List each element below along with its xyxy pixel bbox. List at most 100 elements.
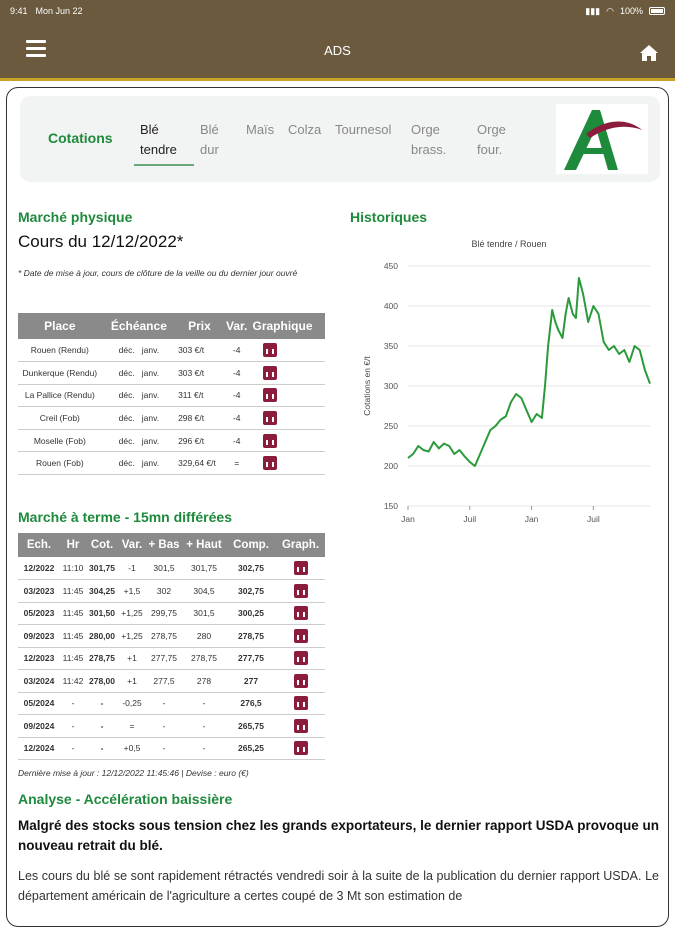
var-cell: -1 xyxy=(118,557,146,580)
tab-orge-brassicole[interactable]: Orge brass. xyxy=(411,120,446,160)
cot-cell: - xyxy=(86,737,118,760)
chart-icon[interactable] xyxy=(293,651,308,666)
chart-icon[interactable] xyxy=(293,741,308,756)
status-date: Mon Jun 22 xyxy=(35,6,83,16)
tab-colza[interactable]: Colza xyxy=(288,120,321,140)
futures-market-table: Ech. Hr Cot. Var. + Bas + Haut Comp. Gra… xyxy=(18,533,325,760)
var-cell: +1,25 xyxy=(118,602,146,625)
battery-percent: 100% xyxy=(619,6,643,16)
comp-cell: 265,25 xyxy=(226,737,276,760)
chart-icon[interactable] xyxy=(293,628,308,643)
hr-cell: 11:45 xyxy=(60,602,86,625)
var-cell: -4 xyxy=(222,406,251,430)
comp-cell: 278,75 xyxy=(226,624,276,648)
cotations-label: Cotations xyxy=(48,130,113,146)
nav-divider xyxy=(0,78,675,81)
chart-icon[interactable] xyxy=(262,411,277,426)
menu-icon[interactable] xyxy=(26,40,46,58)
date-note: * Date de mise à jour, cours de clôture … xyxy=(18,268,298,278)
analysis-title: Analyse - Accélération baissière xyxy=(18,791,233,807)
chart-icon[interactable] xyxy=(293,583,308,598)
cot-cell: 278,75 xyxy=(86,647,118,670)
cot-cell: - xyxy=(86,714,118,738)
ech-cell: 12/2023 xyxy=(18,647,60,670)
tab-ble-tendre[interactable]: Blé tendre xyxy=(140,120,177,160)
analysis-body: Les cours du blé se sont rapidement rétr… xyxy=(18,869,659,903)
active-tab-indicator xyxy=(134,164,194,166)
var-cell: +1,5 xyxy=(118,579,146,603)
column-header-place: Place xyxy=(18,313,102,339)
var-cell: -4 xyxy=(222,339,251,363)
table-row: Creil (Fob) déc. janv. 298 €/t -4 xyxy=(18,406,325,430)
nav-bar: ADS xyxy=(0,22,675,78)
ech-cell: 09/2023 xyxy=(18,624,60,648)
haut-cell: - xyxy=(182,714,226,738)
echeance-cell: déc. janv. xyxy=(101,339,177,363)
y-tick-label: 450 xyxy=(384,261,398,271)
var-cell: -4 xyxy=(222,361,251,385)
x-tick-label: Jan xyxy=(525,514,539,524)
status-bar: 9:41 Mon Jun 22 ▮▮▮ ◠ 100% xyxy=(0,0,675,22)
chart-icon[interactable] xyxy=(262,388,277,403)
chart-icon[interactable] xyxy=(262,433,277,448)
var-cell: +0,5 xyxy=(118,737,146,760)
column-header-graph: Graph. xyxy=(276,533,325,557)
chart-icon[interactable] xyxy=(293,606,308,621)
tab-orge-fourragere[interactable]: Orge four. xyxy=(477,120,506,160)
table-row: La Pallice (Rendu) déc. janv. 311 €/t -4 xyxy=(18,384,325,408)
home-icon[interactable] xyxy=(639,44,659,62)
table-row: Dunkerque (Rendu) déc. janv. 303 €/t -4 xyxy=(18,361,325,385)
ech-cell: 12/2022 xyxy=(18,557,60,580)
status-time: 9:41 xyxy=(10,6,28,16)
haut-cell: 301,5 xyxy=(182,602,226,625)
table-row: Moselle (Fob) déc. janv. 296 €/t -4 xyxy=(18,429,325,453)
haut-cell: 278,75 xyxy=(182,647,226,670)
table-row: 09/2023 11:45 280,00 +1,25 278,75 280 278,75 xyxy=(18,624,325,648)
futures-market-title: Marché à terme - 15mn différées xyxy=(18,509,232,525)
chart-icon[interactable] xyxy=(293,718,308,733)
prix-cell: 298 €/t xyxy=(176,406,223,430)
chart-icon[interactable] xyxy=(293,673,308,688)
var-cell: = xyxy=(118,714,146,738)
ech-cell: 05/2023 xyxy=(18,602,60,625)
cot-cell: 301,75 xyxy=(86,557,118,580)
var-cell: -4 xyxy=(222,429,251,453)
tab-tournesol[interactable]: Tournesol xyxy=(335,120,391,140)
prix-cell: 296 €/t xyxy=(176,429,223,453)
prix-cell: 303 €/t xyxy=(176,361,223,385)
hr-cell: - xyxy=(60,714,86,738)
column-header-bas: + Bas xyxy=(146,533,182,557)
y-tick-label: 300 xyxy=(384,381,398,391)
y-tick-label: 200 xyxy=(384,461,398,471)
hr-cell: - xyxy=(60,737,86,760)
chart-title: Blé tendre / Rouen xyxy=(471,239,546,249)
bas-cell: 277,5 xyxy=(146,669,182,693)
comp-cell: 302,75 xyxy=(226,579,276,603)
chart-icon[interactable] xyxy=(262,343,277,358)
echeance-cell: déc. janv. xyxy=(101,429,177,453)
y-axis-label: Cotations en €/t xyxy=(362,356,372,416)
table-row: 12/2022 11:10 301,75 -1 301,5 301,75 302,75 xyxy=(18,557,325,580)
table-row: 05/2024- - -0,25- -276,5 xyxy=(18,692,325,715)
var-cell: +1,25 xyxy=(118,624,146,648)
echeance-cell: déc. janv. xyxy=(101,361,177,385)
tab-mais[interactable]: Maïs xyxy=(246,120,274,140)
ech-cell: 03/2024 xyxy=(18,669,60,693)
cot-cell: 304,25 xyxy=(86,579,118,603)
bas-cell: 277,75 xyxy=(146,647,182,670)
column-header-ech: Ech. xyxy=(18,533,60,557)
hr-cell: 11:10 xyxy=(60,557,86,580)
table-row: Rouen (Rendu) déc. janv. 303 €/t -4 xyxy=(18,339,325,363)
tab-ble-dur[interactable]: Blé dur xyxy=(200,120,219,160)
bas-cell: 278,75 xyxy=(146,624,182,648)
chart-icon[interactable] xyxy=(262,456,277,471)
echeance-cell: déc. janv. xyxy=(101,384,177,408)
chart-icon[interactable] xyxy=(262,365,277,380)
y-tick-label: 350 xyxy=(384,341,398,351)
chart-icon[interactable] xyxy=(293,696,308,711)
place-cell: Moselle (Fob) xyxy=(18,429,102,453)
brand-logo xyxy=(556,104,648,174)
place-cell: La Pallice (Rendu) xyxy=(18,384,102,408)
var-cell: -4 xyxy=(222,384,251,408)
chart-icon[interactable] xyxy=(293,561,308,575)
